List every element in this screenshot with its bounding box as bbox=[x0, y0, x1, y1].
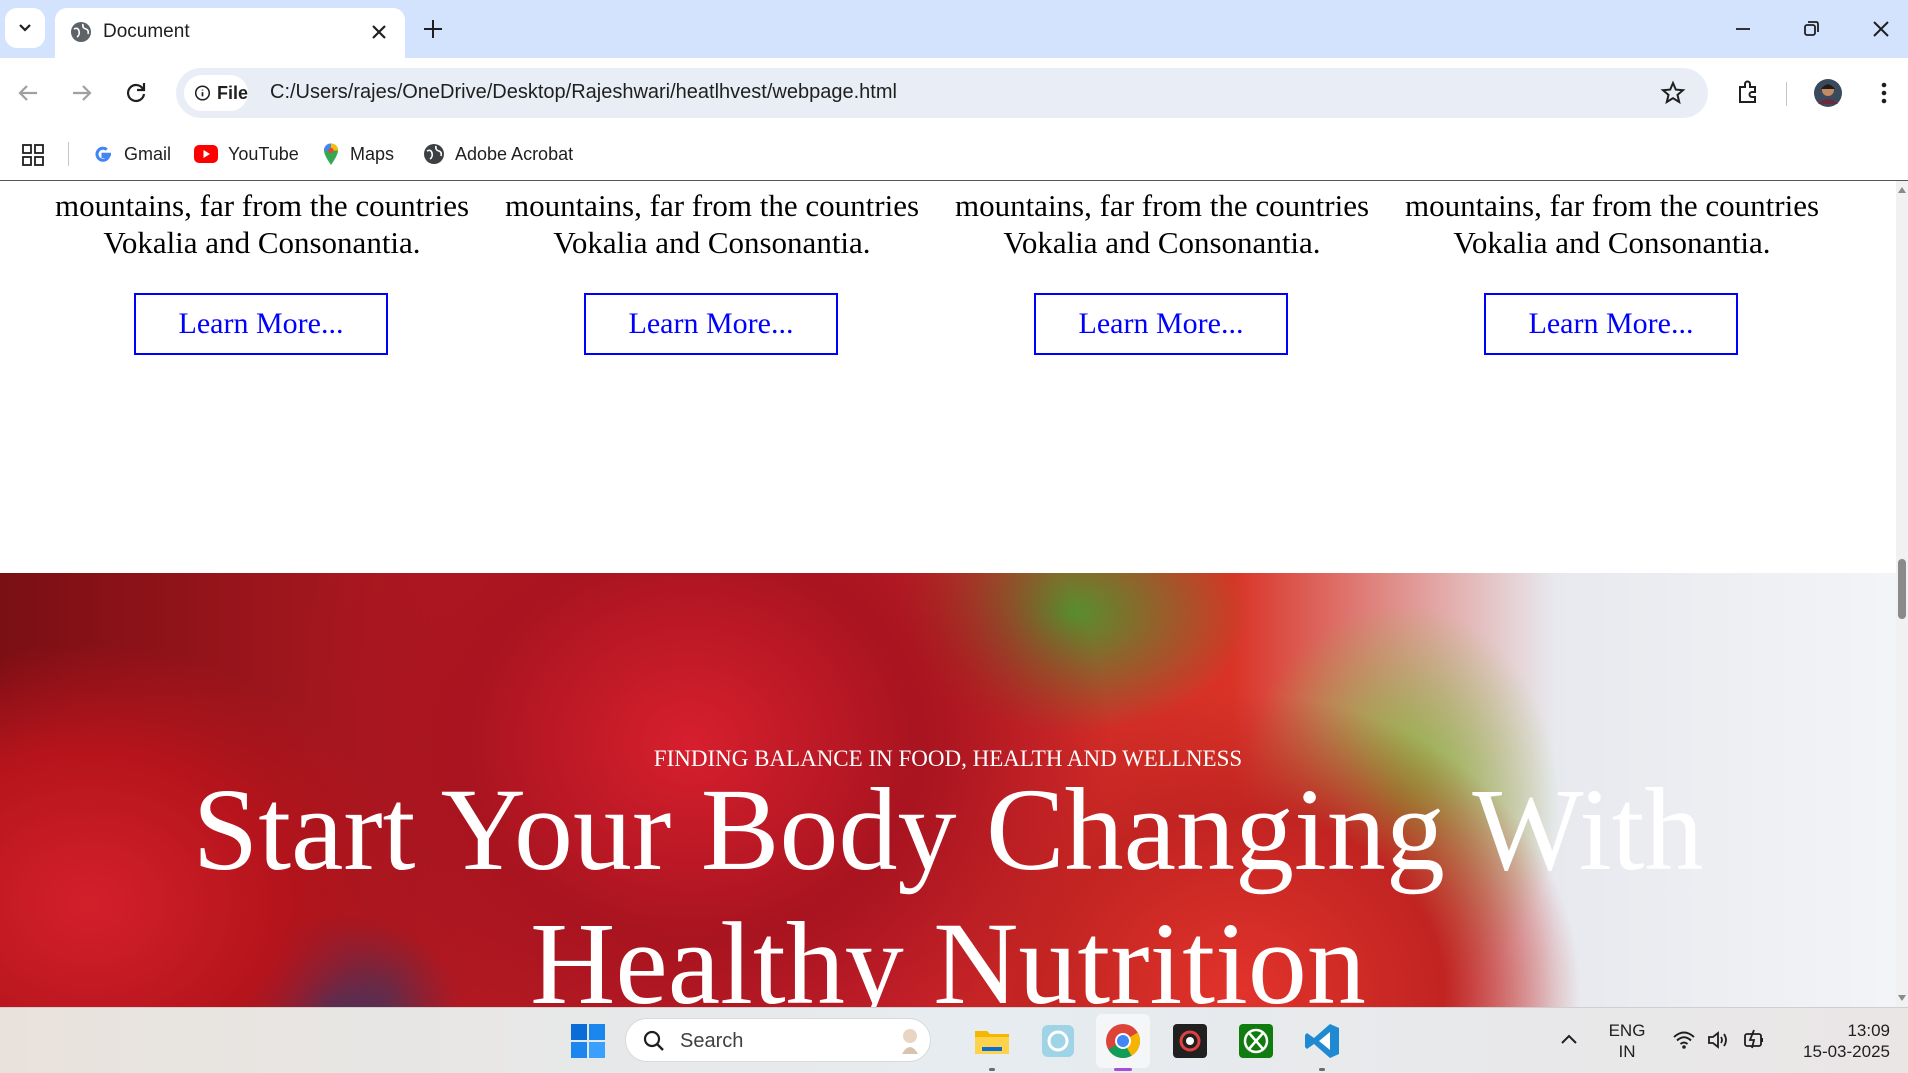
file-explorer-icon[interactable] bbox=[972, 1021, 1012, 1061]
bookmark-maps[interactable]: Maps bbox=[322, 139, 394, 169]
page-viewport: mountains, far from the countries Vokali… bbox=[0, 181, 1896, 1007]
youtube-icon bbox=[194, 145, 218, 163]
feature-card: mountains, far from the countries Vokali… bbox=[1387, 181, 1837, 261]
language-line: ENG bbox=[1608, 1021, 1646, 1040]
scroll-up-arrow-icon[interactable] bbox=[1897, 185, 1907, 195]
taskbar-search[interactable]: Search bbox=[625, 1018, 931, 1062]
wifi-icon[interactable] bbox=[1672, 1030, 1696, 1050]
globe-icon bbox=[424, 144, 444, 164]
bookmark-label: Maps bbox=[350, 143, 395, 164]
battery-charging-icon[interactable] bbox=[1742, 1028, 1766, 1050]
hero-title-line: Start Your Body Changing With bbox=[192, 764, 1704, 895]
feature-card: mountains, far from the countries Vokali… bbox=[487, 181, 937, 261]
apps-grid-icon[interactable] bbox=[22, 144, 44, 166]
star-icon[interactable] bbox=[1660, 80, 1686, 106]
window-close-icon[interactable] bbox=[1866, 14, 1896, 44]
browser-toolbar: File C:/Users/rajes/OneDrive/Desktop/Raj… bbox=[0, 58, 1908, 128]
bookmark-label: YouTube bbox=[228, 143, 299, 164]
tab-title: Document bbox=[103, 21, 190, 42]
site-chip-label: File bbox=[216, 82, 248, 103]
bookmark-adobe-acrobat[interactable]: Adobe Acrobat bbox=[423, 139, 573, 169]
scroll-down-arrow-icon[interactable] bbox=[1897, 993, 1907, 1003]
running-indicator bbox=[1319, 1068, 1325, 1071]
maps-icon bbox=[324, 143, 338, 165]
bookmark-gmail[interactable]: Gmail bbox=[92, 139, 171, 169]
bookmarks-divider bbox=[68, 142, 69, 166]
feature-card: mountains, far from the countries Vokali… bbox=[37, 181, 487, 261]
minimize-icon[interactable] bbox=[1728, 14, 1758, 44]
chevron-down-icon bbox=[19, 24, 31, 32]
card-text: mountains, far from the countries Vokali… bbox=[487, 187, 937, 261]
card-text-line: mountains, far from the countries bbox=[504, 188, 920, 223]
card-text: mountains, far from the countries Vokali… bbox=[1387, 187, 1837, 261]
card-text-line: mountains, far from the countries bbox=[954, 188, 1370, 223]
url-text[interactable]: C:/Users/rajes/OneDrive/Desktop/Rajeshwa… bbox=[270, 81, 897, 104]
chrome-icon[interactable] bbox=[1103, 1021, 1143, 1061]
card-text-line: Vokalia and Consonantia. bbox=[553, 225, 871, 260]
hero-banner: FINDING BALANCE IN FOOD, HEALTH AND WELL… bbox=[0, 573, 1896, 1007]
google-icon bbox=[95, 146, 111, 162]
card-text-line: Vokalia and Consonantia. bbox=[1453, 225, 1771, 260]
windows-start-icon[interactable] bbox=[568, 1021, 608, 1061]
search-placeholder: Search bbox=[680, 1030, 744, 1052]
bookmark-label: Gmail bbox=[124, 143, 172, 164]
hero-title-line: Healthy Nutrition bbox=[530, 898, 1366, 1007]
clock[interactable]: 13:09 15-03-2025 bbox=[1786, 1020, 1890, 1062]
bookmark-youtube[interactable]: YouTube bbox=[194, 139, 299, 169]
toolbar-divider bbox=[1786, 82, 1787, 106]
globe-icon bbox=[71, 22, 91, 42]
chevron-up-icon[interactable] bbox=[1560, 1032, 1578, 1046]
card-text-line: Vokalia and Consonantia. bbox=[103, 225, 421, 260]
close-icon[interactable] bbox=[367, 20, 391, 44]
forward-arrow-icon[interactable] bbox=[66, 77, 98, 109]
card-text: mountains, far from the countries Vokali… bbox=[37, 187, 487, 261]
extensions-icon[interactable] bbox=[1732, 77, 1764, 109]
feature-card: mountains, far from the countries Vokali… bbox=[937, 181, 1387, 261]
language-line: IN bbox=[1618, 1042, 1636, 1061]
address-bar[interactable]: File C:/Users/rajes/OneDrive/Desktop/Raj… bbox=[176, 68, 1708, 118]
search-icon bbox=[643, 1030, 664, 1051]
windows-taskbar: Search ENG IN 13:09 15-03-2025 bbox=[0, 1007, 1908, 1073]
vscode-icon[interactable] bbox=[1302, 1021, 1342, 1061]
learn-more-button[interactable]: Learn More... bbox=[134, 293, 388, 355]
bookmarks-bar: Gmail YouTube Maps Adobe Acrobat bbox=[0, 128, 1908, 181]
back-arrow-icon[interactable] bbox=[12, 77, 44, 109]
media-app-icon[interactable] bbox=[1170, 1021, 1210, 1061]
plus-icon[interactable] bbox=[420, 16, 446, 42]
search-highlight-icon bbox=[902, 1029, 918, 1054]
running-indicator bbox=[1114, 1068, 1132, 1071]
learn-more-button[interactable]: Learn More... bbox=[584, 293, 838, 355]
tab-search-button[interactable] bbox=[5, 8, 45, 48]
reload-icon[interactable] bbox=[120, 77, 152, 109]
restore-icon[interactable] bbox=[1796, 14, 1826, 44]
hero-title: Start Your Body Changing With Healthy Nu… bbox=[0, 763, 1896, 1007]
tab-strip: Document bbox=[0, 0, 1908, 58]
profile-avatar[interactable] bbox=[1812, 77, 1844, 109]
learn-more-button[interactable]: Learn More... bbox=[1484, 293, 1738, 355]
site-info-chip[interactable]: File bbox=[184, 75, 248, 111]
card-text-line: Vokalia and Consonantia. bbox=[1003, 225, 1321, 260]
xbox-icon[interactable] bbox=[1236, 1021, 1276, 1061]
more-vert-icon[interactable] bbox=[1868, 77, 1900, 109]
clock-time: 13:09 bbox=[1847, 1021, 1890, 1040]
language-indicator[interactable]: ENG IN bbox=[1604, 1020, 1650, 1062]
learn-more-button[interactable]: Learn More... bbox=[1034, 293, 1288, 355]
page-scrollbar[interactable] bbox=[1896, 181, 1908, 1007]
card-text: mountains, far from the countries Vokali… bbox=[937, 187, 1387, 261]
card-text-line: mountains, far from the countries bbox=[1404, 188, 1820, 223]
info-icon bbox=[194, 85, 211, 101]
running-indicator bbox=[989, 1068, 995, 1071]
scroll-thumb[interactable] bbox=[1898, 559, 1906, 619]
volume-icon[interactable] bbox=[1706, 1030, 1732, 1050]
card-text-line: mountains, far from the countries bbox=[54, 188, 470, 223]
clock-date: 15-03-2025 bbox=[1803, 1042, 1890, 1061]
copilot-app-icon[interactable] bbox=[1038, 1021, 1078, 1061]
bookmark-label: Adobe Acrobat bbox=[455, 143, 574, 164]
tab-document[interactable]: Document bbox=[55, 8, 405, 58]
